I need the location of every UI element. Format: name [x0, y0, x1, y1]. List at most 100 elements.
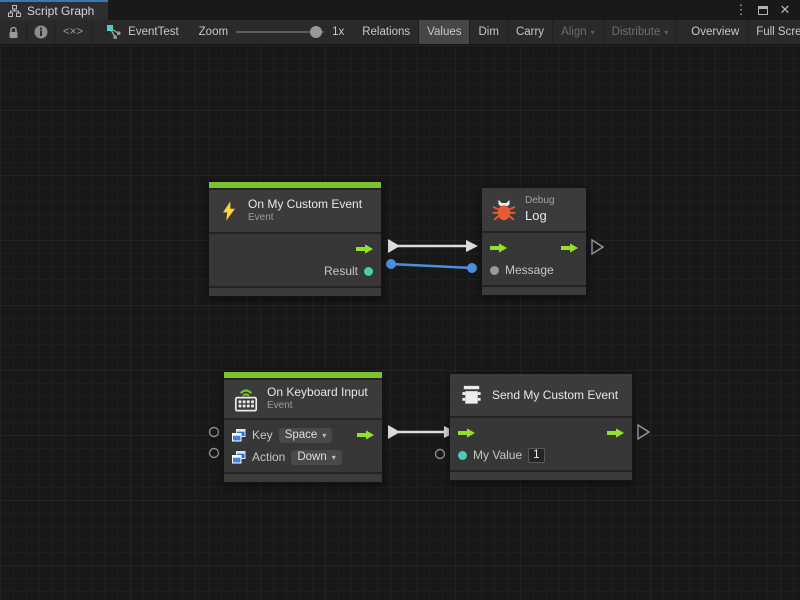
graph-toolbar: <×> EventTest Zoom 1x Relations: [0, 20, 800, 45]
overview-button[interactable]: Overview: [683, 20, 748, 44]
control-output-port-empty[interactable]: [592, 240, 603, 254]
node-on-keyboard-input[interactable]: On Keyboard Input Event Key: [223, 371, 383, 483]
port-row: [482, 237, 586, 259]
graph-canvas[interactable]: On My Custom Event Event Result: [0, 45, 800, 600]
node-header[interactable]: On Keyboard Input Event: [224, 380, 382, 418]
full-screen-button[interactable]: Full Screen: [748, 20, 800, 44]
node-subtitle: Event: [248, 212, 362, 225]
my-value-field[interactable]: 1: [528, 448, 544, 463]
wire-overlay: [0, 45, 800, 600]
port-label: Key: [252, 428, 273, 442]
value-output-port[interactable]: [364, 267, 373, 276]
control-output-port-connected[interactable]: [388, 425, 400, 439]
key-dropdown[interactable]: Space ▾: [279, 428, 333, 443]
zoom-value: 1x: [332, 26, 344, 38]
node-body: Key Space ▾: [224, 420, 382, 472]
node-title: On Keyboard Input: [267, 385, 368, 400]
node-body: Result: [209, 234, 381, 286]
variable-windows-icon: [232, 429, 246, 442]
node-on-my-custom-event[interactable]: On My Custom Event Event Result: [208, 181, 382, 297]
tab-script-graph[interactable]: Script Graph: [0, 0, 108, 20]
tab-bar: Script Graph ⋮ ✕: [0, 0, 800, 20]
action-dropdown[interactable]: Down ▾: [291, 450, 341, 465]
keyboard-icon: [233, 386, 259, 413]
event-accent-bar: [209, 182, 381, 188]
dim-button[interactable]: Dim: [470, 20, 507, 44]
value-input-port[interactable]: [458, 451, 467, 460]
distribute-label: Distribute: [612, 26, 661, 38]
variable-windows-icon: [232, 451, 246, 464]
node-body: Message: [482, 233, 586, 285]
control-input-arrow-icon[interactable]: [458, 428, 475, 439]
chevron-down-icon: ▾: [322, 431, 326, 440]
toolbar-right-group: Relations Values Dim Carry Align ▾ Distr…: [354, 20, 800, 44]
value-wire-target-dot[interactable]: [467, 263, 477, 273]
node-footer: [224, 474, 382, 482]
node-footer: [450, 472, 632, 480]
port-label: My Value: [473, 448, 522, 462]
node-title: Log: [525, 208, 554, 224]
port-row: Result: [209, 260, 381, 282]
script-graph-window: Script Graph ⋮ ✕: [0, 0, 800, 600]
graph-name: EventTest: [128, 26, 179, 38]
carry-button[interactable]: Carry: [508, 20, 553, 44]
node-header[interactable]: Debug Log: [482, 188, 586, 231]
distribute-button[interactable]: Distribute ▾: [604, 20, 678, 44]
control-output-arrow-icon[interactable]: [561, 243, 578, 254]
port-label: Result: [324, 264, 358, 278]
port-row: [450, 422, 632, 444]
node-debug-log[interactable]: Debug Log Message: [481, 187, 587, 296]
value-input-port-empty[interactable]: [210, 449, 219, 458]
node-header[interactable]: Send My Custom Event: [450, 374, 632, 416]
info-button[interactable]: [27, 20, 55, 44]
graph-hierarchy-icon: [8, 5, 21, 17]
value-input-port-empty[interactable]: [436, 450, 445, 459]
zoom-label: Zoom: [199, 26, 228, 38]
value-input-port[interactable]: [490, 266, 499, 275]
maximize-icon[interactable]: [754, 1, 772, 19]
zoom-slider-handle[interactable]: [310, 26, 322, 38]
node-footer: [482, 287, 586, 295]
event-accent-bar: [224, 372, 382, 378]
node-send-my-custom-event[interactable]: Send My Custom Event My Value 1: [449, 373, 633, 481]
control-output-port-empty[interactable]: [638, 425, 649, 439]
event-machine-icon: [459, 383, 484, 407]
port-row: Key Space ▾: [224, 424, 382, 446]
graph-breadcrumb[interactable]: EventTest: [92, 20, 189, 44]
value-wire[interactable]: [391, 264, 472, 268]
node-footer: [209, 288, 381, 296]
bug-icon: [491, 197, 517, 223]
maximize-glyph: [758, 6, 768, 15]
relations-button[interactable]: Relations: [354, 20, 419, 44]
chevron-down-icon: ▾: [332, 453, 336, 462]
zoom-control: Zoom 1x: [189, 20, 355, 44]
tab-label: Script Graph: [27, 4, 94, 18]
chevron-down-icon: ▾: [664, 28, 668, 37]
value-input-port-empty[interactable]: [210, 428, 219, 437]
value-wire-source-dot[interactable]: [386, 259, 396, 269]
control-input-arrow-icon[interactable]: [490, 243, 507, 254]
control-output-arrow-icon[interactable]: [356, 244, 373, 255]
key-dropdown-value: Space: [285, 429, 318, 441]
code-view-button[interactable]: <×>: [55, 20, 92, 44]
window-menu-icon[interactable]: ⋮: [732, 1, 750, 19]
lock-icon: [8, 26, 19, 39]
node-title: Send My Custom Event: [492, 388, 618, 402]
close-icon[interactable]: ✕: [776, 1, 794, 19]
control-output-arrow-icon[interactable]: [357, 430, 374, 441]
node-subtitle: Event: [267, 400, 368, 413]
control-output-arrow-icon[interactable]: [607, 428, 624, 439]
code-icon: <×>: [63, 26, 83, 38]
port-row: Action Down ▾: [224, 446, 382, 468]
values-button[interactable]: Values: [419, 20, 470, 44]
window-controls: ⋮ ✕: [732, 0, 800, 20]
lock-button[interactable]: [0, 20, 27, 44]
node-header[interactable]: On My Custom Event Event: [209, 190, 381, 232]
port-row: My Value 1: [450, 444, 632, 466]
align-button[interactable]: Align ▾: [553, 20, 604, 44]
control-output-port-connected[interactable]: [388, 239, 400, 253]
zoom-slider[interactable]: [236, 25, 324, 39]
control-wire-arrowhead: [466, 240, 478, 252]
action-dropdown-value: Down: [297, 451, 326, 463]
node-title: On My Custom Event: [248, 197, 362, 212]
